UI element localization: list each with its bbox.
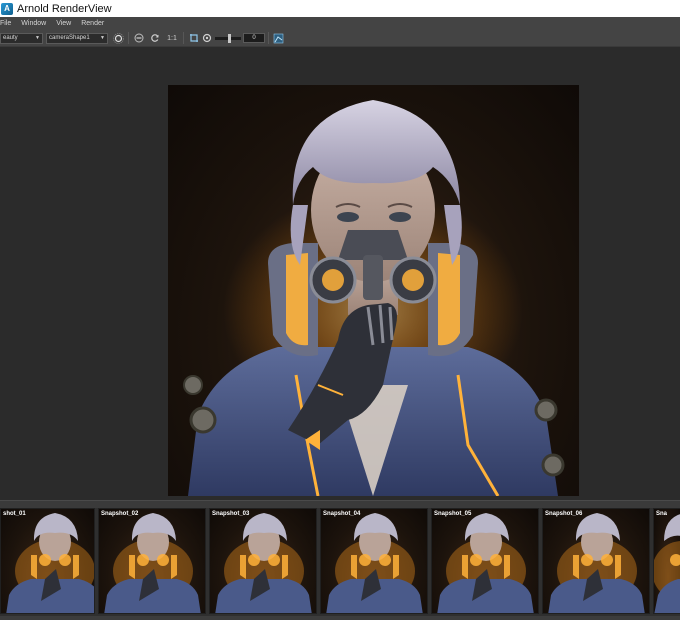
refresh-button[interactable] (148, 32, 161, 45)
exposure-field[interactable]: 0 (243, 33, 265, 43)
snapshot-image (6, 513, 94, 613)
menu-file[interactable]: File (0, 20, 15, 27)
snapshot-label: Snapshot_06 (545, 511, 583, 517)
chevron-down-icon: ▼ (35, 35, 40, 41)
toolbar-separator (128, 32, 129, 44)
exposure-slider[interactable] (215, 33, 241, 43)
menu-view[interactable]: View (56, 20, 75, 27)
snapshot-image (215, 513, 312, 613)
snapshot-image (548, 513, 645, 613)
snapshot-label: Sna (656, 511, 668, 517)
aov-dropdown-value: eauty (3, 35, 18, 41)
snapshot-image (654, 514, 680, 613)
menu-bar: File Window View Render (0, 17, 680, 30)
snapshot-image (104, 513, 201, 613)
status-bar (0, 616, 680, 620)
color-adjust-icon (273, 33, 284, 43)
snapshot-label: Snapshot_02 (101, 511, 139, 517)
render-button[interactable] (112, 32, 125, 45)
exposure-slider-handle[interactable] (228, 33, 231, 43)
app-icon: A (1, 2, 13, 15)
aov-dropdown[interactable]: eauty ▼ (0, 32, 43, 44)
snapshot-thumbnail[interactable]: Snapshot_04 (320, 508, 428, 614)
render-image-drawing (183, 100, 565, 496)
window-title-bar: A Arnold RenderView (0, 0, 680, 17)
crop-region-button[interactable] (187, 32, 200, 45)
stop-render-button[interactable] (132, 32, 145, 45)
ratio-button[interactable]: 1:1 (164, 32, 180, 45)
color-correct-button[interactable] (272, 32, 285, 45)
render-image[interactable] (168, 85, 579, 496)
toolbar-separator (183, 32, 184, 44)
snapshot-strip[interactable]: shot_01 Snapshot_02 Snapshot_03 Snapshot… (0, 508, 680, 616)
snapshot-label: Snapshot_04 (323, 511, 361, 517)
stop-icon (134, 33, 143, 43)
crop-icon (189, 34, 198, 42)
camera-dropdown[interactable]: cameraShape1 ▼ (46, 32, 108, 44)
toolbar-separator (268, 32, 269, 44)
snapshot-thumbnail[interactable]: shot_01 (0, 508, 95, 614)
toolbar: eauty ▼ cameraShape1 ▼ 1:1 0 (0, 30, 680, 47)
sun-icon (113, 32, 124, 44)
render-viewport[interactable] (0, 48, 680, 500)
snapshot-label: shot_01 (3, 511, 26, 517)
exposure-button[interactable] (200, 32, 213, 45)
snapshot-image (326, 513, 423, 613)
menu-render[interactable]: Render (81, 20, 108, 27)
snapshot-thumbnail[interactable]: Snapshot_06 (542, 508, 650, 614)
camera-dropdown-value: cameraShape1 (49, 35, 90, 41)
menu-window[interactable]: Window (21, 20, 50, 27)
snapshot-thumbnail[interactable]: Snapshot_02 (98, 508, 206, 614)
snapshot-label: Snapshot_03 (212, 511, 250, 517)
snapshot-thumbnail[interactable]: Snapshot_03 (209, 508, 317, 614)
panel-splitter[interactable] (0, 500, 680, 508)
snapshot-thumbnail[interactable]: Snapshot_05 (431, 508, 539, 614)
snapshot-label: Snapshot_05 (434, 511, 472, 517)
snapshot-image (437, 513, 534, 613)
window-title: Arnold RenderView (17, 2, 112, 15)
chevron-down-icon: ▼ (100, 35, 105, 41)
refresh-icon (150, 34, 159, 42)
aperture-icon (202, 33, 211, 43)
snapshot-thumbnail[interactable]: Sna (653, 508, 680, 614)
